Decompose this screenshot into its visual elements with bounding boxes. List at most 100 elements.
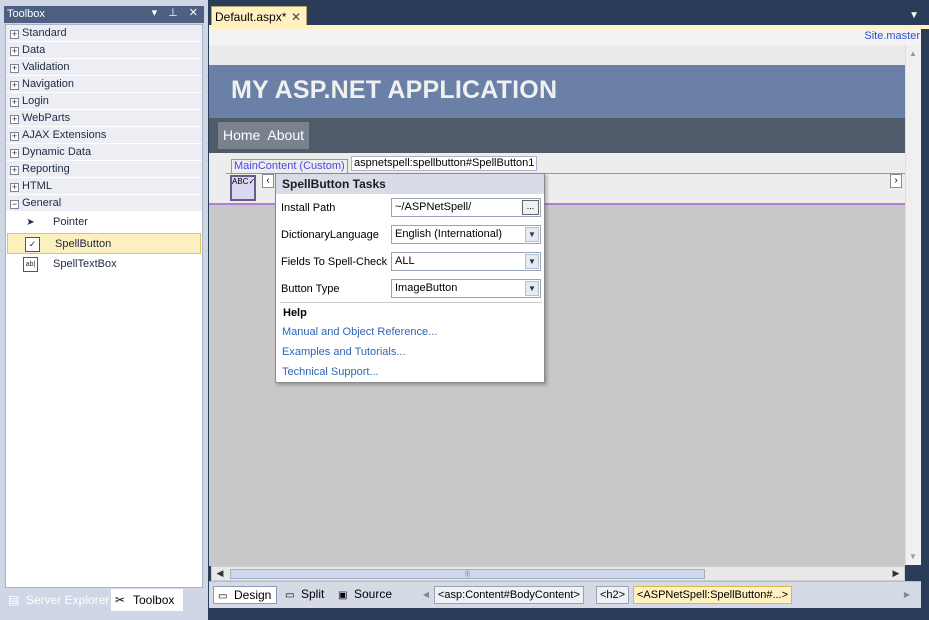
toolbox-group-validation[interactable]: + Validation bbox=[6, 59, 202, 76]
expand-icon[interactable]: + bbox=[10, 98, 19, 107]
fields-to-spell-check-select[interactable]: ALL ▼ bbox=[391, 252, 541, 271]
expand-icon[interactable]: + bbox=[10, 81, 19, 90]
group-label: General bbox=[22, 197, 62, 209]
button-type-select[interactable]: ImageButton ▼ bbox=[391, 279, 541, 298]
toolbox-item-label: Pointer bbox=[53, 216, 88, 228]
tab-menu-icon[interactable]: ▼ bbox=[909, 10, 919, 21]
nav-menu[interactable]: Home About bbox=[218, 122, 310, 149]
split-view-button[interactable]: ▭ Split bbox=[281, 586, 331, 604]
chevron-right-icon[interactable]: › bbox=[890, 174, 902, 188]
expand-icon[interactable]: + bbox=[10, 132, 19, 141]
toolbox-group-standard[interactable]: + Standard bbox=[6, 25, 202, 42]
toolbox-item-spelltextbox[interactable]: ab| SpellTextBox bbox=[6, 254, 202, 275]
tab-label: Server Explorer bbox=[26, 593, 110, 607]
spelltextbox-icon: ab| bbox=[23, 257, 38, 272]
chevron-down-icon[interactable]: ▼ bbox=[525, 227, 539, 242]
view-bar: ▭ Design ▭ Split ▣ Source ◀ <asp:Content… bbox=[209, 581, 921, 608]
group-label: Dynamic Data bbox=[22, 146, 92, 158]
group-label: Standard bbox=[22, 27, 67, 39]
group-label: Navigation bbox=[22, 78, 74, 90]
scroll-thumb[interactable]: ||| bbox=[230, 569, 705, 579]
chevron-down-icon[interactable]: ▼ bbox=[525, 281, 539, 296]
design-view-icon: ▭ bbox=[218, 591, 228, 602]
master-page-link[interactable]: Site.master bbox=[864, 30, 920, 42]
dictionary-language-select[interactable]: English (International) ▼ bbox=[391, 225, 541, 244]
header-top-band bbox=[209, 45, 905, 65]
help-heading: Help bbox=[283, 307, 307, 319]
collapse-icon[interactable]: − bbox=[10, 200, 19, 209]
button-type-label: Button Type bbox=[281, 283, 340, 295]
toolbox-item-label: SpellButton bbox=[55, 238, 112, 250]
toolbox-panel: Toolbox ▾ ⊥ ✕ + Standard + Data + Validatio… bbox=[0, 0, 208, 620]
content-placeholder-tag[interactable]: MainContent (Custom) bbox=[231, 159, 348, 174]
toolbox-group-webparts[interactable]: + WebParts bbox=[6, 110, 202, 127]
toolbox-item-spellbutton[interactable]: ✓ SpellButton bbox=[7, 233, 201, 254]
toolbox-group-ajax-extensions[interactable]: + AJAX Extensions bbox=[6, 127, 202, 144]
examples-link[interactable]: Examples and Tutorials... bbox=[282, 346, 406, 358]
button-type-row: Button Type ImageButton ▼ bbox=[281, 279, 543, 301]
tab-default-aspx[interactable]: Default.aspx* ✕ bbox=[211, 6, 307, 27]
expand-icon[interactable]: + bbox=[10, 64, 19, 73]
source-view-button[interactable]: ▣ Source bbox=[334, 586, 394, 604]
fields-to-spell-check-row: Fields To Spell-Check ALL ▼ bbox=[281, 252, 543, 274]
toolbox-window-controls-icon[interactable]: ▾ ⊥ ✕ bbox=[152, 7, 202, 20]
group-label: HTML bbox=[22, 180, 52, 192]
toolbox-bottom-tabs: ▤ Server Explorer ✂ Toolbox bbox=[4, 589, 208, 613]
scroll-right-icon[interactable]: ▶ bbox=[889, 567, 903, 580]
scroll-left-icon[interactable]: ◀ bbox=[213, 567, 227, 580]
close-icon[interactable]: ✕ bbox=[291, 7, 301, 27]
scroll-down-icon[interactable]: ▼ bbox=[909, 552, 917, 561]
breadcrumb-right-icon[interactable]: ▶ bbox=[902, 587, 912, 603]
support-link[interactable]: Technical Support... bbox=[282, 366, 379, 378]
toolbox-group-html[interactable]: + HTML bbox=[6, 178, 202, 195]
breadcrumb-item-selected[interactable]: <ASPNetSpell:SpellButton#...> bbox=[633, 586, 793, 604]
breadcrumb-left-icon[interactable]: ◀ bbox=[421, 587, 431, 603]
install-path-row: Install Path ~/ASPNetSpell/ ... bbox=[281, 198, 543, 220]
expand-icon[interactable]: + bbox=[10, 149, 19, 158]
toolbox-group-reporting[interactable]: + Reporting bbox=[6, 161, 202, 178]
toolbox-title-bar: Toolbox ▾ ⊥ ✕ bbox=[4, 6, 204, 23]
vertical-scrollbar[interactable]: ▲ ▼ bbox=[905, 45, 921, 565]
expand-icon[interactable]: + bbox=[10, 166, 19, 175]
tasks-title: SpellButton Tasks bbox=[276, 174, 544, 194]
toolbox-group-general[interactable]: − General bbox=[6, 195, 202, 212]
fields-to-spell-check-label: Fields To Spell-Check bbox=[281, 256, 388, 268]
scroll-up-icon[interactable]: ▲ bbox=[909, 49, 917, 58]
toolbox-group-login[interactable]: + Login bbox=[6, 93, 202, 110]
toolbox-group-navigation[interactable]: + Navigation bbox=[6, 76, 202, 93]
source-view-icon: ▣ bbox=[338, 590, 348, 601]
smart-tag-collapse-icon[interactable]: ‹ bbox=[262, 174, 274, 188]
tab-label: Default.aspx* bbox=[215, 10, 287, 24]
spellbutton-control[interactable]: ABC✓ bbox=[230, 175, 256, 201]
manual-link[interactable]: Manual and Object Reference... bbox=[282, 326, 437, 338]
design-view-button[interactable]: ▭ Design bbox=[213, 586, 277, 604]
group-label: Login bbox=[22, 95, 49, 107]
control-tag[interactable]: aspnetspell:spellbutton#SpellButton1 bbox=[351, 156, 538, 171]
chevron-down-icon[interactable]: ▼ bbox=[525, 254, 539, 269]
nav-item-about[interactable]: About bbox=[267, 122, 304, 149]
master-page-bar: Site.master bbox=[209, 29, 921, 45]
browse-button[interactable]: ... bbox=[522, 200, 539, 215]
toolbox-group-data[interactable]: + Data bbox=[6, 42, 202, 59]
nav-item-home[interactable]: Home bbox=[223, 122, 260, 149]
breadcrumb-item[interactable]: <h2> bbox=[596, 586, 630, 604]
group-label: AJAX Extensions bbox=[22, 129, 107, 141]
expand-icon[interactable]: + bbox=[10, 115, 19, 124]
expand-icon[interactable]: + bbox=[10, 183, 19, 192]
expand-icon[interactable]: + bbox=[10, 30, 19, 39]
fields-to-spell-check-value: ALL bbox=[395, 255, 415, 267]
breadcrumb-item[interactable]: <asp:Content#BodyContent> bbox=[434, 586, 584, 604]
view-label: Source bbox=[354, 587, 393, 601]
group-label: Reporting bbox=[22, 163, 70, 175]
expand-icon[interactable]: + bbox=[10, 47, 19, 56]
spellbutton-tasks-panel: SpellButton Tasks Install Path ~/ASPNetS… bbox=[275, 173, 545, 383]
tab-server-explorer[interactable]: ▤ Server Explorer bbox=[4, 589, 110, 611]
divider bbox=[280, 302, 542, 303]
horizontal-scrollbar[interactable]: ◀ ||| ▶ bbox=[211, 566, 905, 581]
tab-toolbox[interactable]: ✂ Toolbox bbox=[111, 589, 183, 611]
install-path-field[interactable]: ~/ASPNetSpell/ ... bbox=[391, 198, 541, 217]
group-label: Data bbox=[22, 44, 46, 56]
toolbox-group-dynamic-data[interactable]: + Dynamic Data bbox=[6, 144, 202, 161]
button-type-value: ImageButton bbox=[395, 282, 458, 294]
toolbox-item-pointer[interactable]: ➤ Pointer bbox=[6, 212, 202, 233]
